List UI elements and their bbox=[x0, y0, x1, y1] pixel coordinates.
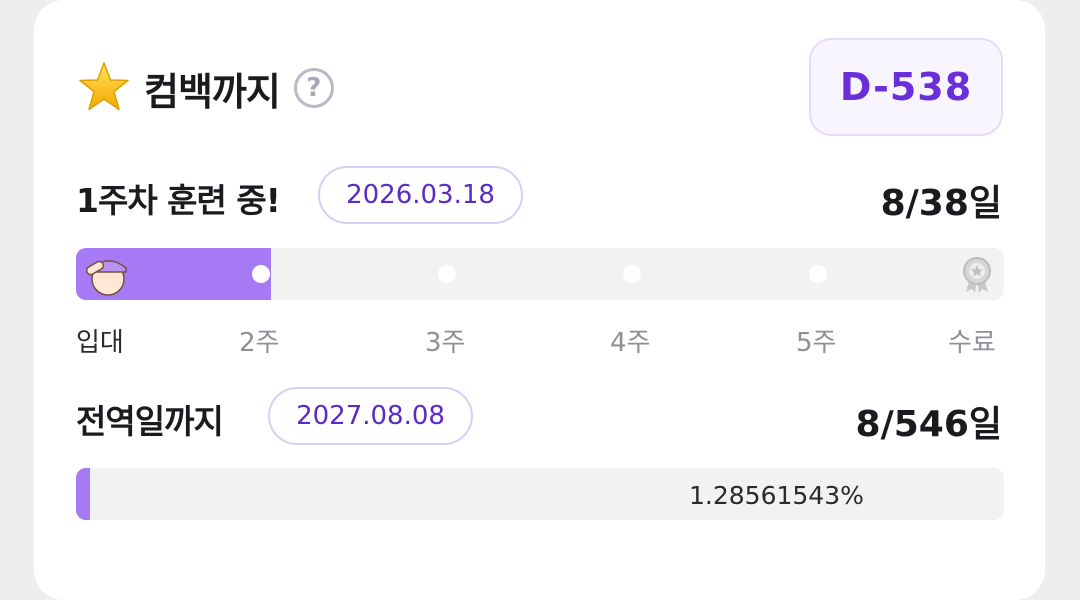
page-title: 컴백까지 bbox=[144, 69, 281, 114]
title-row: 컴백까지 ? bbox=[76, 58, 334, 118]
salute-avatar-icon bbox=[82, 250, 132, 298]
discharge-count: 8/546일 bbox=[855, 404, 1002, 445]
week-label-4: 4주 bbox=[610, 328, 651, 358]
discharge-title: 전역일까지 bbox=[76, 402, 224, 441]
week-label-graduation: 수료 bbox=[948, 328, 996, 358]
training-progress-bar bbox=[76, 248, 1004, 300]
week-5-marker bbox=[809, 265, 827, 283]
week-label-enlist: 입대 bbox=[76, 328, 124, 358]
dday-badge: D-538 bbox=[809, 38, 1003, 136]
week-4-marker bbox=[623, 265, 641, 283]
week-label-5: 5주 bbox=[796, 328, 837, 358]
week-label-2: 2주 bbox=[239, 328, 280, 358]
training-date-pill: 2026.03.18 bbox=[318, 166, 523, 224]
discharge-progress-fill bbox=[76, 468, 90, 520]
discharge-date-pill: 2027.08.08 bbox=[268, 387, 473, 445]
training-count: 8/38일 bbox=[880, 183, 1002, 224]
week-3-marker bbox=[438, 265, 456, 283]
discharge-progress-bar bbox=[76, 468, 1004, 520]
discharge-percent: 1.28561543% bbox=[689, 481, 864, 510]
week-2-marker bbox=[252, 265, 270, 283]
star-icon bbox=[76, 60, 132, 116]
medal-icon bbox=[960, 256, 994, 294]
training-title: 1주차 훈련 중! bbox=[76, 181, 281, 220]
week-label-3: 3주 bbox=[425, 328, 466, 358]
help-icon[interactable]: ? bbox=[293, 68, 334, 108]
